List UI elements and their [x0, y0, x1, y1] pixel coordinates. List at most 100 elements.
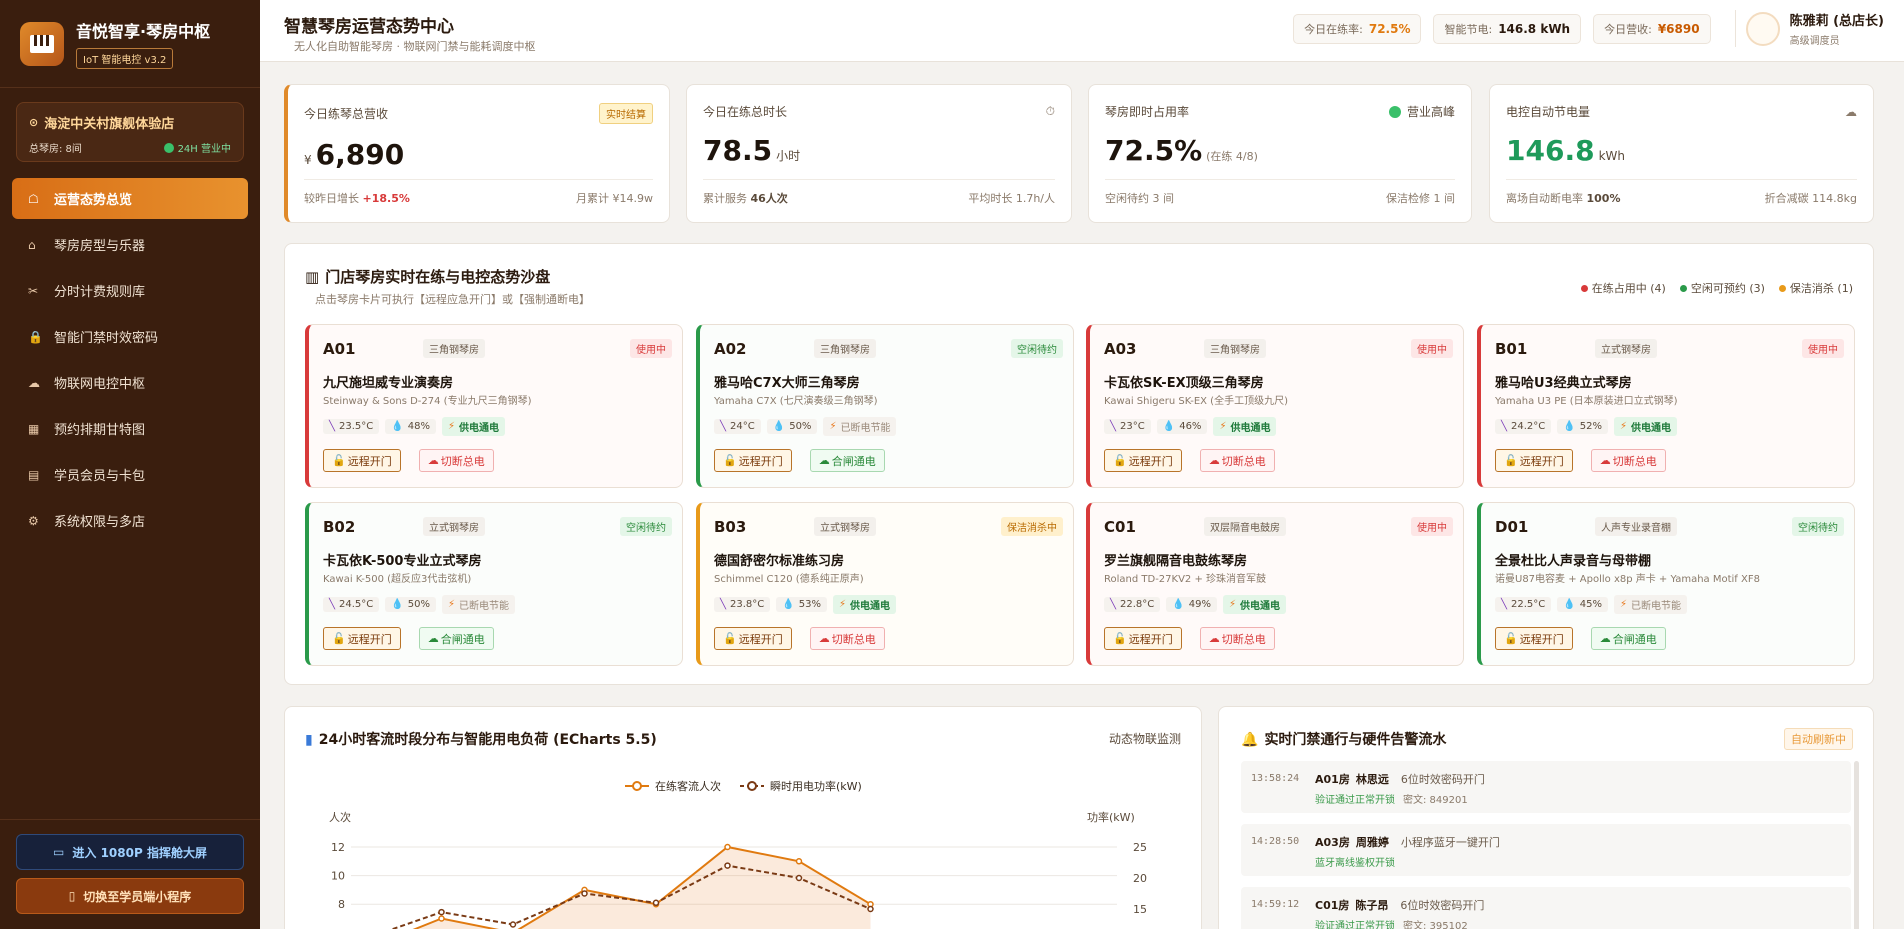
remote-open-button[interactable]: 🔓 远程开门 [1495, 449, 1573, 472]
remote-open-label: 远程开门 [1128, 454, 1173, 468]
line-chart: 在练客流人次瞬时用电功率(kW)人次功率(kW)681012152025 [329, 779, 1147, 929]
room-id: A01 [323, 339, 356, 358]
instrument-model: Yamaha C7X (七尺演奏级三角钢琴) [714, 396, 878, 407]
log-result: 蓝牙离线鉴权开锁 [1315, 858, 1395, 869]
bolt-icon: ⚡ [447, 599, 455, 610]
temperature-sensor: ╲ 23.5°C [323, 419, 380, 434]
nav-item-iot[interactable]: ☁ 物联网电控中枢 [12, 362, 248, 403]
log-person: 周雅婷 [1355, 836, 1389, 849]
traffic-chart-panel: ▮ 24小时客流时段分布与智能用电负荷 (ECharts 5.5) 动态物联监测 … [284, 706, 1202, 929]
room-card[interactable]: D01 人声专业录音棚 空闲待约 全景杜比人声录音与母带棚 诺曼U87电容麦 + Apo… [1477, 502, 1855, 666]
cut-power-button[interactable]: ☁ 切断总电 [418, 449, 494, 472]
legend-label: 保洁消杀 (1) [1789, 282, 1853, 295]
power-point [867, 905, 874, 913]
nav-item-overview[interactable]: ☖ 运营态势总览 [12, 178, 248, 219]
rate-chip: 今日在练率: 72.5% [1293, 13, 1422, 44]
remote-open-button[interactable]: 🔓 远程开门 [1495, 627, 1573, 650]
room-card[interactable]: C01 双层隔音电鼓房 使用中 罗兰旗舰隔音电鼓练琴房 Roland TD-27KV2 … [1086, 502, 1464, 666]
room-card[interactable]: A02 三角钢琴房 空闲待约 雅马哈C7X大师三角琴房 Yamaha C7X (七尺演奏… [696, 324, 1074, 488]
humidity-sensor: 💧 49% [1166, 597, 1217, 612]
log-action: 6位时效密码开门 [1400, 773, 1485, 786]
power-action-label: 切断总电 [440, 454, 485, 468]
nav-item-pricing[interactable]: ✂ 分时计费规则库 [12, 270, 248, 311]
power-status-text: 供电通电 [1631, 423, 1671, 434]
unlock-icon: 🔓 [332, 632, 346, 645]
cut-power-button[interactable]: ☁ 切断总电 [1199, 449, 1275, 472]
nav-item-members[interactable]: ▤ 学员会员与卡包 [12, 454, 248, 495]
humidity-value: 50% [789, 421, 812, 432]
room-card[interactable]: B01 立式钢琴房 使用中 雅马哈U3经典立式琴房 Yamaha U3 PE (日本原装… [1477, 324, 1855, 488]
y-tick-label: 8 [338, 898, 345, 911]
nav-item-gantt[interactable]: ▦ 预约排期甘特图 [12, 408, 248, 449]
temperature-sensor: ╲ 22.5°C [1495, 597, 1552, 612]
remote-open-button[interactable]: 🔓 远程开门 [323, 627, 401, 650]
instrument-model: Steinway & Sons D-274 (专业九尺三角钢琴) [323, 396, 532, 407]
legend: 在练占用中 (4) 空闲可预约 (3) 保洁消杀 (1) [1567, 280, 1853, 296]
droplet-icon: 💧 [391, 599, 404, 610]
instrument-model: Schimmel C120 (德系纯正原声) [714, 574, 864, 585]
temperature-sensor: ╲ 22.8°C [1104, 597, 1161, 612]
room-card[interactable]: A03 三角钢琴房 使用中 卡瓦依SK-EX顶级三角琴房 Kawai Shigeru S… [1086, 324, 1464, 488]
kpi-label: 琴房即时占用率 [1105, 105, 1190, 119]
log-item[interactable]: 14:59:12 C01房 陈子昂 6位时效密码开门 验证通过正常开锁 密文: 395… [1241, 887, 1851, 929]
log-scrollbar[interactable] [1854, 761, 1859, 929]
room-card[interactable]: B02 立式钢琴房 空闲待约 卡瓦依K-500专业立式琴房 Kawai K-500 (超… [305, 502, 683, 666]
thermometer-icon: ╲ [329, 599, 336, 610]
nav-label: 琴房房型与乐器 [54, 239, 146, 254]
temperature-value: 22.5°C [1511, 599, 1546, 610]
gear-icon: ⚙ [28, 513, 39, 528]
room-type: 双层隔音电鼓房 [1204, 517, 1286, 536]
saving-value: 146.8 kWh [1498, 21, 1571, 36]
user-name: 陈雅莉 (总店长) [1789, 14, 1884, 29]
room-card[interactable]: A01 三角钢琴房 使用中 九尺施坦威专业演奏房 Steinway & Sons D-2… [305, 324, 683, 488]
revenue-chip: 今日营收: ¥6890 [1593, 13, 1711, 44]
thermometer-icon: ╲ [1110, 599, 1117, 610]
nav-item-rooms[interactable]: ⌂ 琴房房型与乐器 [12, 224, 248, 265]
y2-tick-label: 15 [1133, 903, 1147, 916]
big-screen-button[interactable]: ▭ 进入 1080P 指挥舱大屏 [16, 834, 244, 870]
mini-program-button[interactable]: ▯ 切换至学员端小程序 [16, 878, 244, 914]
power-on-button[interactable]: ☁ 合闸通电 [1590, 627, 1666, 650]
store-selector[interactable]: ⊙ 海淀中关村旗舰体验店 总琴房: 8间 24H 营业中 [16, 102, 244, 162]
nav-item-door-password[interactable]: 🔒 智能门禁时效密码 [12, 316, 248, 357]
remote-open-button[interactable]: 🔓 远程开门 [714, 449, 792, 472]
nav-label: 学员会员与卡包 [54, 469, 146, 484]
temperature-sensor: ╲ 24.5°C [323, 597, 380, 612]
cut-power-button[interactable]: ☁ 切断总电 [1590, 449, 1666, 472]
user-profile[interactable]: 陈雅莉 (总店长) 高级调度员 [1734, 10, 1884, 47]
droplet-icon: 💧 [1172, 599, 1185, 610]
power-on-button[interactable]: ☁ 合闸通电 [809, 449, 885, 472]
log-code: 密文: 849201 [1403, 795, 1468, 806]
power-on-button[interactable]: ☁ 合闸通电 [418, 627, 494, 650]
y-tick-label: 12 [331, 841, 345, 854]
version-badge: IoT 智能电控 v3.2 [76, 48, 174, 69]
droplet-icon: 💧 [782, 599, 795, 610]
lock-icon: 🔒 [28, 329, 43, 344]
power-action-label: 合闸通电 [440, 632, 485, 646]
log-item[interactable]: 13:58:24 A01房 林思远 6位时效密码开门 验证通过正常开锁 密文: 849… [1241, 761, 1851, 813]
page-subtitle: 无人化自助智能琴房 · 物联网门禁与能耗调度中枢 [294, 40, 536, 53]
kpi-footer-right: 折合减碳 114.8kg [1764, 192, 1857, 205]
remote-open-button[interactable]: 🔓 远程开门 [1104, 627, 1182, 650]
temperature-value: 23°C [1120, 421, 1145, 432]
room-sandbox-panel: ▥ 门店琴房实时在练与电控态势沙盘 点击琴房卡片可执行【远程应急开门】或【强制通断… [284, 243, 1874, 685]
cut-power-button[interactable]: ☁ 切断总电 [1199, 627, 1275, 650]
power-status-text: 已断电节能 [1631, 601, 1681, 612]
legend-marker [632, 781, 642, 791]
room-card[interactable]: B03 立式钢琴房 保洁消杀中 德国舒密尔标准练习房 Schimmel C120 (德系… [696, 502, 1074, 666]
nav-item-settings[interactable]: ⚙ 系统权限与多店 [12, 500, 248, 541]
kpi-footer-right: 月累计 ¥14.9w [576, 192, 653, 205]
log-item[interactable]: 14:28:50 A03房 周雅婷 小程序蓝牙一键开门 蓝牙离线鉴权开锁 [1241, 824, 1851, 876]
power-status-text: 已断电节能 [459, 601, 509, 612]
store-name: 海淀中关村旗舰体验店 [44, 117, 175, 132]
kpi-footer-label: 累计服务 [703, 192, 747, 205]
remote-open-button[interactable]: 🔓 远程开门 [323, 449, 401, 472]
remote-open-button[interactable]: 🔓 远程开门 [714, 627, 792, 650]
bolt-icon: ⚡ [1219, 421, 1227, 432]
brand: 音悦智享·琴房中枢 IoT 智能电控 v3.2 [0, 0, 260, 88]
cut-power-button[interactable]: ☁ 切断总电 [809, 627, 885, 650]
chart-mode-label[interactable]: 动态物联监测 [1109, 730, 1181, 747]
remote-open-label: 远程开门 [347, 454, 392, 468]
remote-open-button[interactable]: 🔓 远程开门 [1104, 449, 1182, 472]
humidity-sensor: 💧 52% [1557, 419, 1608, 434]
